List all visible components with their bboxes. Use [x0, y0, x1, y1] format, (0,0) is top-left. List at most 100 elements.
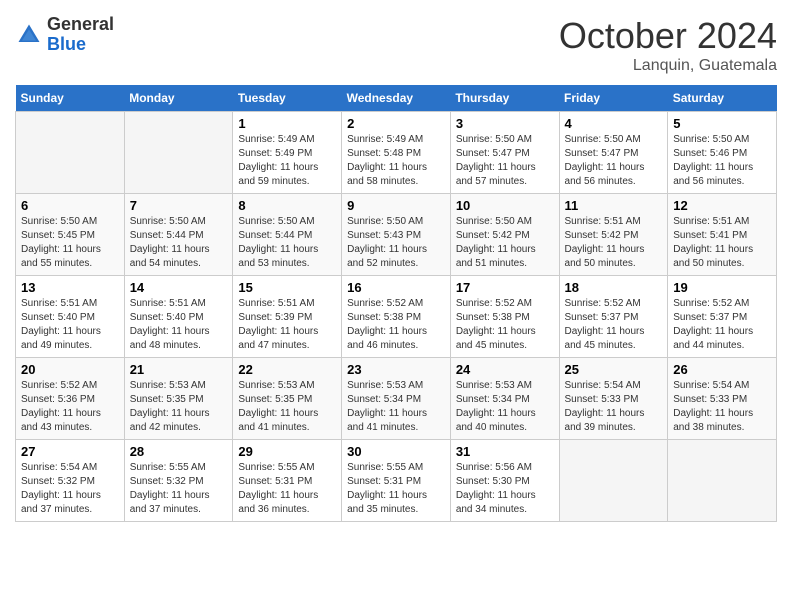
day-info: Sunrise: 5:53 AM Sunset: 5:35 PM Dayligh…: [130, 379, 228, 435]
calendar-cell: [16, 112, 125, 194]
calendar-cell: 12Sunrise: 5:51 AM Sunset: 5:41 PM Dayli…: [668, 194, 777, 276]
calendar-week-row: 6 Sunrise: 5:50 AM Sunset: 5:45 PM Daylig…: [16, 194, 777, 276]
calendar-cell: 6 Sunrise: 5:50 AM Sunset: 5:45 PM Daylig…: [16, 194, 125, 276]
calendar-cell: 13 Sunrise: 5:51 AM Sunset: 5:40 PM Dayli…: [16, 276, 125, 358]
logo-icon: [15, 21, 43, 49]
day-info: Sunrise: 5:49 AM Sunset: 5:49 PM Dayligh…: [238, 133, 336, 189]
calendar-cell: 15Sunrise: 5:51 AM Sunset: 5:39 PM Dayli…: [233, 276, 342, 358]
day-info: Sunrise: 5:50 AM Sunset: 5:47 PM Dayligh…: [565, 133, 663, 189]
calendar-cell: [124, 112, 233, 194]
page-header: General Blue October 2024 Lanquin, Guate…: [15, 15, 777, 75]
weekday-header: Thursday: [450, 85, 559, 112]
day-number: 7: [130, 198, 228, 213]
calendar-cell: 25 Sunrise: 5:54 AM Sunset: 5:33 PM Dayli…: [559, 358, 668, 440]
day-number: 16: [347, 280, 445, 295]
day-info: Sunrise: 5:52 AM Sunset: 5:38 PM Dayligh…: [347, 297, 445, 353]
day-info: Sunrise: 5:50 AM Sunset: 5:45 PM Dayligh…: [21, 215, 119, 271]
logo: General Blue: [15, 15, 114, 55]
day-number: 4: [565, 116, 663, 131]
day-number: 29: [238, 444, 336, 459]
month-title: October 2024: [559, 15, 777, 57]
day-info: Sunrise: 5:53 AM Sunset: 5:34 PM Dayligh…: [456, 379, 554, 435]
day-number: 11: [565, 198, 663, 213]
calendar-cell: 22 Sunrise: 5:53 AM Sunset: 5:35 PM Dayli…: [233, 358, 342, 440]
day-number: 1: [238, 116, 336, 131]
day-number: 2: [347, 116, 445, 131]
calendar-week-row: 20 Sunrise: 5:52 AM Sunset: 5:36 PM Dayli…: [16, 358, 777, 440]
day-info: Sunrise: 5:55 AM Sunset: 5:31 PM Dayligh…: [238, 461, 336, 517]
day-number: 25: [565, 362, 663, 377]
calendar-cell: 1 Sunrise: 5:49 AM Sunset: 5:49 PM Daylig…: [233, 112, 342, 194]
day-info: Sunrise: 5:54 AM Sunset: 5:33 PM Dayligh…: [673, 379, 771, 435]
day-info: Sunrise: 5:50 AM Sunset: 5:42 PM Dayligh…: [456, 215, 554, 271]
calendar-cell: [559, 440, 668, 522]
weekday-header: Friday: [559, 85, 668, 112]
day-number: 18: [565, 280, 663, 295]
day-number: 24: [456, 362, 554, 377]
day-info: Sunrise: 5:54 AM Sunset: 5:33 PM Dayligh…: [565, 379, 663, 435]
weekday-header: Monday: [124, 85, 233, 112]
day-number: 5: [673, 116, 771, 131]
day-info: Sunrise: 5:51 AM Sunset: 5:41 PM Dayligh…: [673, 215, 771, 271]
title-block: October 2024 Lanquin, Guatemala: [559, 15, 777, 75]
day-info: Sunrise: 5:52 AM Sunset: 5:37 PM Dayligh…: [565, 297, 663, 353]
weekday-header-row: SundayMondayTuesdayWednesdayThursdayFrid…: [16, 85, 777, 112]
day-number: 13: [21, 280, 119, 295]
weekday-header: Saturday: [668, 85, 777, 112]
calendar-cell: 26 Sunrise: 5:54 AM Sunset: 5:33 PM Dayli…: [668, 358, 777, 440]
day-info: Sunrise: 5:53 AM Sunset: 5:34 PM Dayligh…: [347, 379, 445, 435]
day-info: Sunrise: 5:52 AM Sunset: 5:37 PM Dayligh…: [673, 297, 771, 353]
weekday-header: Tuesday: [233, 85, 342, 112]
calendar-cell: 29 Sunrise: 5:55 AM Sunset: 5:31 PM Dayli…: [233, 440, 342, 522]
calendar-cell: 20 Sunrise: 5:52 AM Sunset: 5:36 PM Dayli…: [16, 358, 125, 440]
day-number: 6: [21, 198, 119, 213]
calendar-week-row: 1 Sunrise: 5:49 AM Sunset: 5:49 PM Daylig…: [16, 112, 777, 194]
calendar-cell: 30Sunrise: 5:55 AM Sunset: 5:31 PM Dayli…: [342, 440, 451, 522]
day-number: 3: [456, 116, 554, 131]
day-number: 26: [673, 362, 771, 377]
calendar-cell: 24 Sunrise: 5:53 AM Sunset: 5:34 PM Dayli…: [450, 358, 559, 440]
calendar-cell: 8Sunrise: 5:50 AM Sunset: 5:44 PM Daylig…: [233, 194, 342, 276]
calendar-cell: 19Sunrise: 5:52 AM Sunset: 5:37 PM Dayli…: [668, 276, 777, 358]
calendar-cell: 5 Sunrise: 5:50 AM Sunset: 5:46 PM Daylig…: [668, 112, 777, 194]
calendar-table: SundayMondayTuesdayWednesdayThursdayFrid…: [15, 85, 777, 522]
calendar-cell: 7 Sunrise: 5:50 AM Sunset: 5:44 PM Daylig…: [124, 194, 233, 276]
day-number: 9: [347, 198, 445, 213]
day-number: 20: [21, 362, 119, 377]
day-number: 21: [130, 362, 228, 377]
calendar-cell: 14Sunrise: 5:51 AM Sunset: 5:40 PM Dayli…: [124, 276, 233, 358]
calendar-cell: 11Sunrise: 5:51 AM Sunset: 5:42 PM Dayli…: [559, 194, 668, 276]
day-info: Sunrise: 5:53 AM Sunset: 5:35 PM Dayligh…: [238, 379, 336, 435]
location-subtitle: Lanquin, Guatemala: [559, 57, 777, 75]
day-number: 15: [238, 280, 336, 295]
day-number: 8: [238, 198, 336, 213]
calendar-cell: 2Sunrise: 5:49 AM Sunset: 5:48 PM Daylig…: [342, 112, 451, 194]
weekday-header: Sunday: [16, 85, 125, 112]
day-number: 17: [456, 280, 554, 295]
weekday-header: Wednesday: [342, 85, 451, 112]
calendar-cell: [668, 440, 777, 522]
day-info: Sunrise: 5:50 AM Sunset: 5:44 PM Dayligh…: [130, 215, 228, 271]
day-number: 28: [130, 444, 228, 459]
day-info: Sunrise: 5:51 AM Sunset: 5:40 PM Dayligh…: [21, 297, 119, 353]
day-info: Sunrise: 5:55 AM Sunset: 5:32 PM Dayligh…: [130, 461, 228, 517]
day-number: 23: [347, 362, 445, 377]
day-info: Sunrise: 5:50 AM Sunset: 5:46 PM Dayligh…: [673, 133, 771, 189]
calendar-cell: 31Sunrise: 5:56 AM Sunset: 5:30 PM Dayli…: [450, 440, 559, 522]
day-number: 10: [456, 198, 554, 213]
calendar-cell: 18 Sunrise: 5:52 AM Sunset: 5:37 PM Dayli…: [559, 276, 668, 358]
day-number: 30: [347, 444, 445, 459]
day-info: Sunrise: 5:51 AM Sunset: 5:40 PM Dayligh…: [130, 297, 228, 353]
calendar-week-row: 27Sunrise: 5:54 AM Sunset: 5:32 PM Dayli…: [16, 440, 777, 522]
day-info: Sunrise: 5:52 AM Sunset: 5:38 PM Dayligh…: [456, 297, 554, 353]
calendar-cell: 23 Sunrise: 5:53 AM Sunset: 5:34 PM Dayli…: [342, 358, 451, 440]
calendar-cell: 9Sunrise: 5:50 AM Sunset: 5:43 PM Daylig…: [342, 194, 451, 276]
day-info: Sunrise: 5:50 AM Sunset: 5:47 PM Dayligh…: [456, 133, 554, 189]
day-info: Sunrise: 5:52 AM Sunset: 5:36 PM Dayligh…: [21, 379, 119, 435]
calendar-week-row: 13 Sunrise: 5:51 AM Sunset: 5:40 PM Dayli…: [16, 276, 777, 358]
logo-general: General: [47, 14, 114, 34]
calendar-cell: 10 Sunrise: 5:50 AM Sunset: 5:42 PM Dayli…: [450, 194, 559, 276]
calendar-cell: 28 Sunrise: 5:55 AM Sunset: 5:32 PM Dayli…: [124, 440, 233, 522]
day-number: 22: [238, 362, 336, 377]
logo-blue: Blue: [47, 34, 86, 54]
